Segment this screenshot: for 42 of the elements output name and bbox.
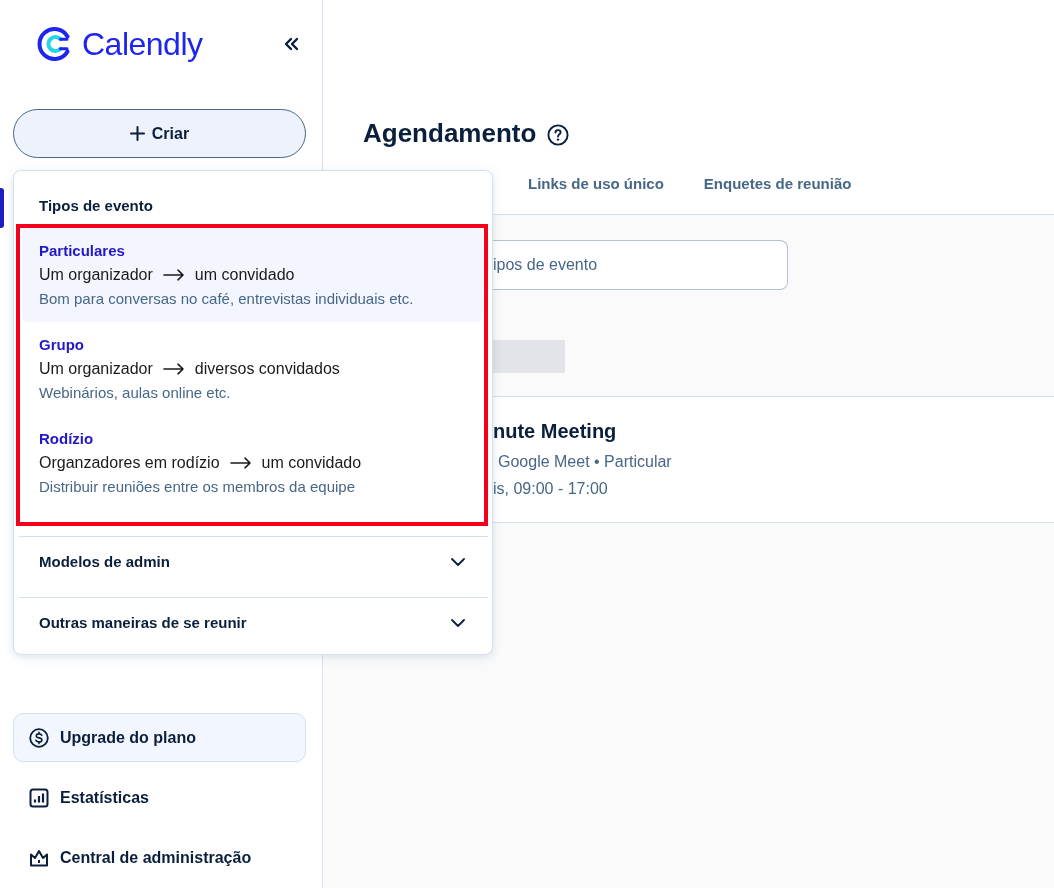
event-type-option[interactable]: Rodízio Organzadores em rodízio um convidado Distribuir reuniões entre os membros da equipe — [22, 416, 483, 510]
help-icon[interactable] — [547, 124, 570, 146]
section-toggle[interactable]: Modelos de admin — [19, 537, 488, 587]
event-details: Google Meet • Particular — [497, 452, 672, 472]
flow-to-text: um convidado — [194, 265, 295, 285]
event-title: nute Meeting — [493, 419, 618, 444]
flow-from-text: Um organizador — [39, 359, 153, 379]
tab[interactable]: Links de uso único — [528, 155, 664, 214]
event-type-option[interactable]: Particulares Um organizador um convidado Bom para conversas no café, entrevistas individuais etc. — [22, 228, 483, 322]
option-title: Particulares — [39, 242, 125, 259]
logo-icon — [36, 26, 72, 62]
bar-chart-icon — [29, 788, 49, 808]
dollar-circle-icon — [29, 727, 49, 748]
collapse-button[interactable] — [283, 37, 299, 51]
option-description: Bom para conversas no café, entrevistas individuais etc. — [39, 290, 414, 307]
flow-to-text: um convidado — [261, 453, 362, 473]
flow-from-text: Um organizador — [39, 265, 153, 285]
create-button[interactable]: Criar — [13, 109, 306, 158]
tab[interactable]: Enquetes de reunião — [703, 155, 852, 214]
upgrade-button[interactable]: Upgrade do plano — [13, 713, 306, 762]
option-title: Grupo — [39, 336, 84, 353]
search-field[interactable]: ipos de evento — [493, 240, 788, 290]
option-description: Webinários, aulas online etc. — [39, 384, 231, 401]
flow-from-text: Organzadores em rodízio — [39, 453, 220, 473]
option-title: Rodízio — [39, 430, 94, 447]
sidebar-link[interactable]: Estatísticas — [13, 778, 306, 818]
sidebar-link[interactable]: Central de administração — [13, 838, 306, 878]
logo-text: Calendly — [82, 28, 203, 60]
arrow-icon — [162, 363, 185, 375]
option-description: Distribuir reuniões entre os membros da equipe — [39, 478, 355, 495]
flow-to-text: diversos convidados — [194, 359, 340, 379]
page-title: Agendamento — [363, 117, 537, 149]
section-toggle[interactable]: Outras maneiras de se reunir — [19, 598, 488, 648]
menu-heading: Tipos de evento — [39, 197, 153, 214]
event-schedule: is, 09:00 - 17:00 — [493, 479, 608, 499]
redacted-block — [493, 340, 565, 373]
crown-icon — [29, 848, 49, 868]
collapse-icon — [283, 37, 299, 51]
arrow-icon — [162, 269, 185, 281]
plus-icon — [129, 126, 145, 141]
event-type-option[interactable]: Grupo Um organizador diversos convidados Webinários, aulas online etc. — [22, 322, 483, 416]
arrow-icon — [229, 457, 252, 469]
